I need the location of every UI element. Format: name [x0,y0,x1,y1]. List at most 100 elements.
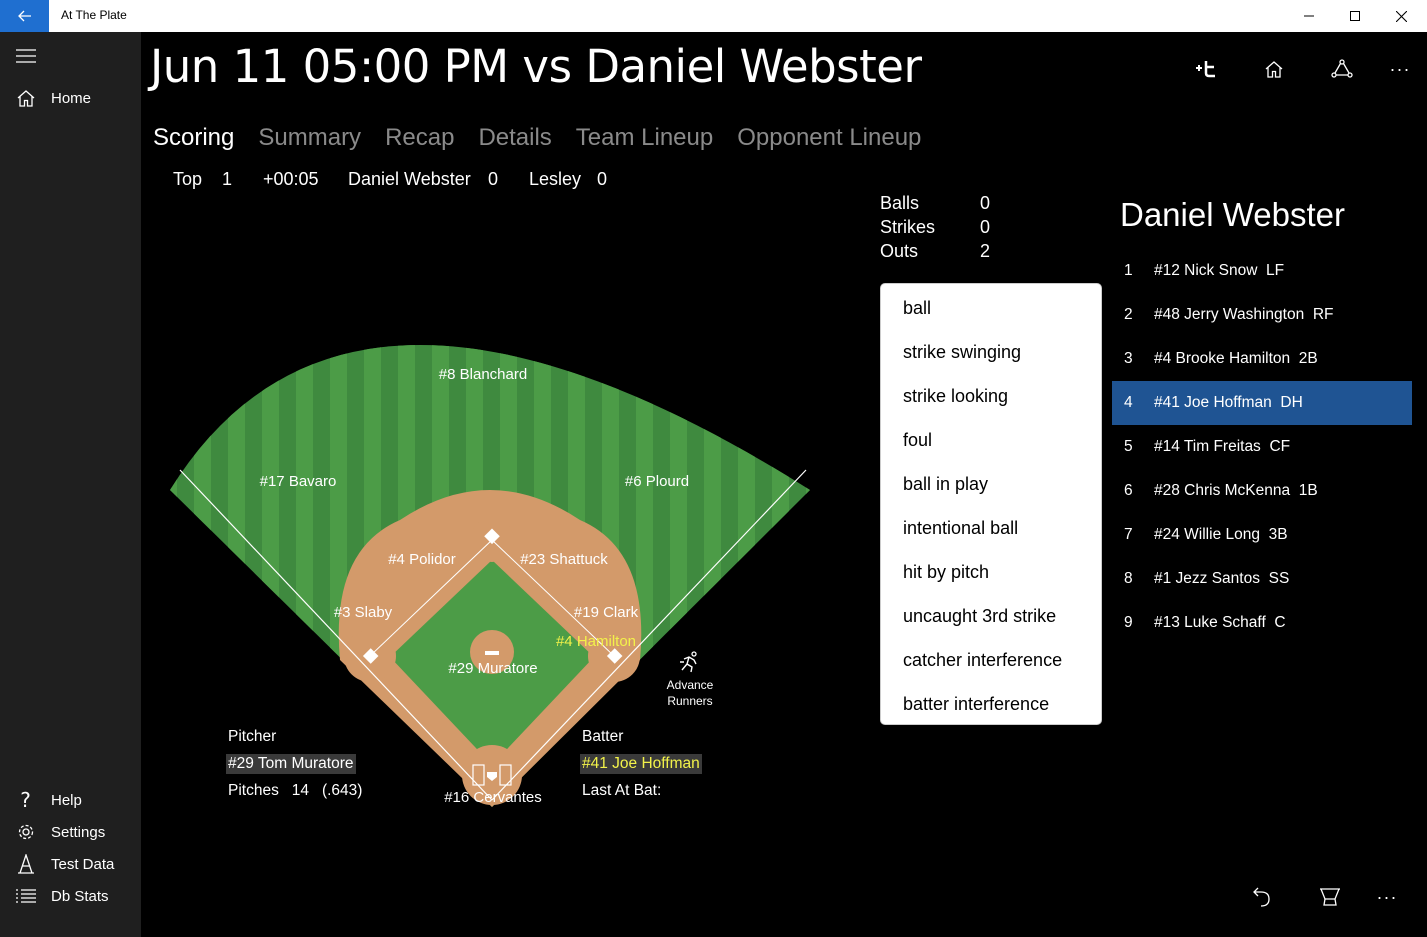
grass-stripe [704,345,721,807]
batting-lineup: 1 #12 Nick Snow LF 2 #48 Jerry Washington … [1112,249,1412,645]
back-arrow-icon [17,10,31,22]
player-position: C [1274,614,1286,631]
lineup-row[interactable]: 2 #48 Jerry Washington RF [1112,293,1412,337]
grass-stripe [330,345,347,807]
nav-item-label: Help [51,791,82,809]
player-position: SS [1268,570,1290,587]
share-button[interactable] [1325,52,1359,86]
test-data-icon [17,854,34,874]
lineup-row[interactable]: 8 #1 Jezz Santos SS [1112,557,1412,601]
pitcher-label: Pitcher [228,728,277,745]
nav-item-test-data[interactable]: Test Data [0,848,141,880]
more-options-button[interactable]: ··· [1370,880,1404,914]
fielder-second-base[interactable]: #23 Shattuck [520,551,608,568]
nav-item-help[interactable]: ? Help [0,784,141,816]
fielder-left-field[interactable]: #17 Bavaro [260,473,337,490]
pitches-label: Pitches [228,782,279,799]
fielder-pitcher[interactable]: #29 Muratore [448,660,537,677]
more-button[interactable]: ··· [1383,52,1417,86]
pitch-uncaught-3rd-strike[interactable]: uncaught 3rd strike [881,594,1101,638]
add-tweet-button[interactable] [1189,52,1223,86]
player-name: #14 Tim Freitas [1154,438,1261,455]
app-title: At The Plate [61,8,127,22]
player-position: DH [1280,394,1303,411]
grass-stripe [466,345,483,807]
pitch-intentional-ball[interactable]: intentional ball [881,506,1101,550]
fielder-third-base[interactable]: #3 Slaby [334,604,393,621]
second-base[interactable] [484,528,500,545]
tab-bar: Scoring Summary Recap Details Team Lineu… [153,124,921,152]
grass-stripe [738,345,755,807]
batting-order: 1 [1124,262,1133,279]
player-position: CF [1269,438,1291,455]
lineup-row-selected[interactable]: 4 #41 Joe Hoffman DH [1112,381,1412,425]
home-plate[interactable] [487,772,497,781]
home-button[interactable] [1257,52,1291,86]
lineup-row[interactable]: 6 #28 Chris McKenna 1B [1112,469,1412,513]
second-base-cutout [470,518,514,562]
tab-team-lineup[interactable]: Team Lineup [576,124,713,152]
nav-item-db-stats[interactable]: Db Stats [0,880,141,912]
minimize-button[interactable] [1286,0,1332,32]
advance-label-line1: Advance [666,678,714,692]
hamburger-button[interactable] [0,40,141,72]
tab-opponent-lineup[interactable]: Opponent Lineup [737,124,921,152]
help-icon: ? [20,788,31,812]
pitch-batter-interference[interactable]: batter interference [881,682,1101,726]
player-position: 3B [1268,526,1288,543]
fielder-shortstop[interactable]: #4 Polidor [388,551,456,568]
third-base[interactable] [362,648,379,664]
fielder-right-field[interactable]: #6 Plourd [625,473,689,490]
pitch-result-list: ball strike swinging strike looking foul… [880,283,1102,725]
fielder-first-base[interactable]: #19 Clark [574,604,639,621]
pitch-strike-swinging[interactable]: strike swinging [881,330,1101,374]
close-button[interactable] [1378,0,1424,32]
lineup-row[interactable]: 3 #4 Brooke Hamilton 2B [1112,337,1412,381]
player-name: #28 Chris McKenna [1154,482,1291,499]
balls-value: 0 [980,193,991,213]
nav-item-settings[interactable]: Settings [0,816,141,848]
back-button[interactable] [0,0,49,32]
batter-name[interactable]: #41 Joe Hoffman [580,754,702,774]
advance-runners-button[interactable]: Advance Runners [660,651,720,709]
tab-recap[interactable]: Recap [385,124,454,152]
pitcher-name[interactable]: #29 Tom Muratore [226,754,356,774]
runner-on-first[interactable]: #4 Hamilton [556,633,636,650]
pitch-strike-looking[interactable]: strike looking [881,374,1101,418]
grass-stripe [194,345,211,807]
page-title: Jun 11 05:00 PM vs Daniel Webster [150,40,922,93]
more-icon: ··· [1389,58,1411,79]
lineup-row[interactable]: 1 #12 Nick Snow LF [1112,249,1412,293]
lineup-row[interactable]: 5 #14 Tim Freitas CF [1112,425,1412,469]
batters-box-right [499,764,512,786]
grass-stripe [772,345,789,807]
pitch-hit-by-pitch[interactable]: hit by pitch [881,550,1101,594]
nav-item-label: Home [51,89,92,107]
pitch-ball[interactable]: ball [881,286,1101,330]
last-at-bat-label: Last At Bat: [582,782,662,799]
pitch-ball-in-play[interactable]: ball in play [881,462,1101,506]
pitch-catcher-interference[interactable]: catcher interference [881,638,1101,682]
tab-scoring[interactable]: Scoring [153,124,234,152]
home-icon [1265,61,1283,78]
lineup-row[interactable]: 9 #13 Luke Schaff C [1112,601,1412,645]
list-icon [15,889,36,903]
away-team-runs: 0 [488,169,499,189]
player-name: #48 Jerry Washington [1154,306,1305,323]
outs-count: Outs 2 [880,241,990,262]
batting-order: 2 [1124,306,1133,323]
undo-button[interactable] [1245,880,1279,914]
lineup-row[interactable]: 7 #24 Willie Long 3B [1112,513,1412,557]
nav-item-home[interactable]: Home [0,82,141,114]
pitch-foul[interactable]: foul [881,418,1101,462]
maximize-button[interactable] [1332,0,1378,32]
tab-details[interactable]: Details [478,124,551,152]
tab-summary[interactable]: Summary [258,124,361,152]
substitute-button[interactable] [1313,880,1347,914]
player-position: RF [1312,306,1334,323]
fielder-catcher[interactable]: #16 Cervantes [444,789,542,806]
batting-order: 4 [1124,394,1133,411]
fielder-center-field[interactable]: #8 Blanchard [439,366,527,383]
first-base[interactable] [606,648,623,664]
undo-icon [1253,887,1270,907]
